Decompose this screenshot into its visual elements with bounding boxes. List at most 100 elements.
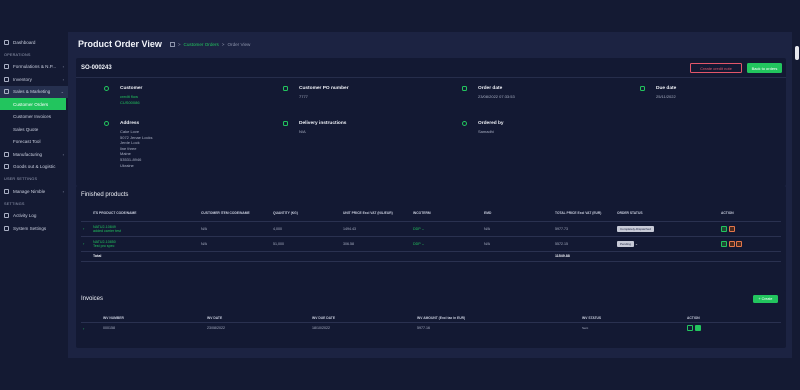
status-select[interactable]: Pending — [617, 240, 635, 247]
table-header-row: ITS PRODUCT CODE/NAME CUSTOMER ITEM CODE… — [81, 206, 781, 221]
ordered-by-value: Samadhi — [478, 129, 494, 134]
breadcrumb-current: Order View — [227, 41, 251, 47]
view-icon[interactable] — [694, 325, 701, 332]
customer-value[interactable]: credit flow CUS00086 — [120, 94, 140, 105]
table-row: › NATU2-10850 Test pro spec N/A 51,000 3… — [81, 236, 781, 251]
customer-item-cell: N/A — [201, 226, 207, 231]
emd-cell: N/A — [484, 226, 490, 231]
sidebar-item-dashboard[interactable]: Dashboard — [0, 36, 68, 48]
delivery-value: N/A — [299, 129, 306, 134]
chevron-down-icon[interactable]: ⌄ — [635, 242, 638, 246]
column-header: EMD — [484, 211, 492, 216]
sidebar-item-label: Forecast Tool — [13, 139, 41, 144]
unit-price-cell: 306.58 — [343, 241, 354, 246]
delete-icon[interactable] — [728, 240, 735, 247]
expand-row-icon[interactable]: › — [81, 221, 91, 236]
scrollbar-handle[interactable] — [795, 46, 799, 60]
po-label: Customer PO number — [299, 86, 349, 91]
incoterm-value[interactable]: DDP — [413, 242, 421, 246]
incoterm-cell[interactable]: DDP ⌄ — [411, 221, 482, 236]
product-cell[interactable]: NATU2-10849 added carrier test — [91, 221, 199, 236]
finished-products-card: Finished products ITS PRODUCT CODE/NAME … — [76, 186, 786, 304]
chevron-down-icon[interactable]: ⌄ — [422, 242, 425, 246]
create-credit-note-button[interactable]: Create credit note — [690, 63, 742, 73]
order-number: SO-000243 — [81, 65, 112, 71]
empty-cell — [271, 251, 341, 261]
dollar-icon — [4, 89, 9, 94]
box-icon — [4, 76, 9, 82]
quantity-cell: 4,000 — [273, 226, 282, 231]
sidebar-item-customer-invoices[interactable]: Customer Invoices — [0, 111, 68, 123]
column-header: ORDER STATUS — [617, 211, 643, 216]
expand-row-icon[interactable]: › — [81, 236, 91, 251]
calendar-icon — [640, 86, 645, 91]
column-header: TOTAL PRICE Excl VAT (EUR) — [555, 211, 602, 216]
sidebar-item-activity-log[interactable]: Activity Log — [0, 210, 68, 222]
sidebar-item-system-settings[interactable]: System Settings — [0, 222, 68, 234]
chevron-down-icon[interactable]: ⌄ — [422, 227, 425, 231]
sidebar-item-label: Formulations & N.P... — [13, 64, 57, 69]
incoterm-value[interactable]: DDP — [413, 227, 421, 231]
user-icon — [104, 86, 109, 91]
delete-icon[interactable] — [728, 225, 735, 232]
sidebar-item-label: Sales Quote — [13, 126, 39, 132]
customer-name[interactable]: credit flow — [120, 94, 140, 100]
sidebar-item-label: Manage Nimble — [13, 188, 46, 194]
page-title: Product Order View — [78, 39, 162, 49]
customer-label: Customer — [120, 86, 143, 91]
column-header: UNIT PRICE Excl VAT (NIL/EUR) — [343, 211, 393, 216]
column-header: INV DATE — [207, 315, 223, 320]
sidebar-item-forecast-tool[interactable]: Forecast Tool — [0, 136, 68, 148]
empty-cell — [411, 251, 482, 261]
column-header: QUANTITY (KG) — [273, 211, 298, 216]
product-name[interactable]: Test pro spec — [93, 244, 197, 248]
total-row: Total 11549.88 — [81, 251, 781, 261]
download-icon[interactable] — [687, 325, 693, 332]
expand-row-icon[interactable]: › — [81, 322, 101, 334]
edit-icon[interactable] — [721, 240, 727, 247]
status-cell: Completely-Dispatched — [615, 221, 719, 236]
po-value: 7777 — [299, 94, 308, 99]
create-invoice-button[interactable]: + Create — [753, 295, 778, 303]
factory-icon — [4, 151, 9, 157]
sidebar-section-title: SETTINGS — [4, 201, 25, 206]
product-name[interactable]: added carrier test — [93, 229, 197, 233]
invoices-table: INV NUMBER INV DATE INV DUE DATE INV AMO… — [81, 314, 781, 334]
home-icon[interactable] — [169, 41, 175, 47]
page-header: Product Order View > Customer Orders > O… — [68, 32, 792, 56]
sidebar-item-inventory[interactable]: Inventory › — [0, 73, 68, 85]
cancel-icon[interactable] — [736, 240, 742, 247]
status-cell[interactable]: Pending ⌄ — [615, 236, 719, 251]
invoice-amount-cell: 5977.16 — [417, 326, 430, 331]
sidebar-item-customer-orders[interactable]: Customer Orders — [0, 98, 66, 110]
sidebar-item-sales-marketing[interactable]: Sales & Marketing ⌄ — [0, 85, 68, 98]
column-header: ITS PRODUCT CODE/NAME — [93, 211, 137, 216]
breadcrumb: > Customer Orders > Order View — [169, 41, 251, 47]
sidebar-item-formulations-n-p[interactable]: Formulations & N.P... › — [0, 61, 68, 73]
column-header: INV STATUS — [582, 315, 602, 320]
due-date-value: 25/11/2022 — [656, 94, 676, 99]
delivery-label: Delivery instructions — [299, 121, 347, 126]
customer-code[interactable]: CUS00086 — [120, 100, 140, 106]
truck-icon — [4, 164, 9, 169]
breadcrumb-customer-orders[interactable]: Customer Orders — [184, 42, 219, 47]
address-value: Cake Love 5072 Jenae Locks Jerde Lock li… — [120, 129, 152, 168]
sidebar-item-sales-quote[interactable]: Sales Quote — [0, 123, 68, 135]
sidebar-item-goods-out-logistic[interactable]: Goods out & Logistic — [0, 161, 68, 173]
column-header: INCOTERM — [413, 211, 431, 216]
back-to-orders-button[interactable]: Back to orders — [747, 63, 782, 73]
user-check-icon — [462, 121, 467, 126]
calendar-icon — [462, 86, 467, 91]
finished-products-title: Finished products — [81, 192, 129, 198]
sidebar-item-manage-nimble[interactable]: Manage Nimble › — [0, 185, 68, 197]
product-cell[interactable]: NATU2-10850 Test pro spec — [91, 236, 199, 251]
incoterm-cell[interactable]: DDP ⌄ — [411, 236, 482, 251]
truck-icon — [283, 121, 288, 126]
expand-column-header — [81, 206, 91, 221]
sidebar-item-label: Goods out & Logistic — [13, 164, 56, 169]
column-header: ACTION — [721, 211, 734, 216]
edit-icon[interactable] — [721, 225, 727, 232]
address-line: Ukraine — [120, 162, 134, 168]
sidebar-item-manufacturing[interactable]: Manufacturing › — [0, 148, 68, 160]
invoices-title: Invoices — [81, 296, 104, 302]
